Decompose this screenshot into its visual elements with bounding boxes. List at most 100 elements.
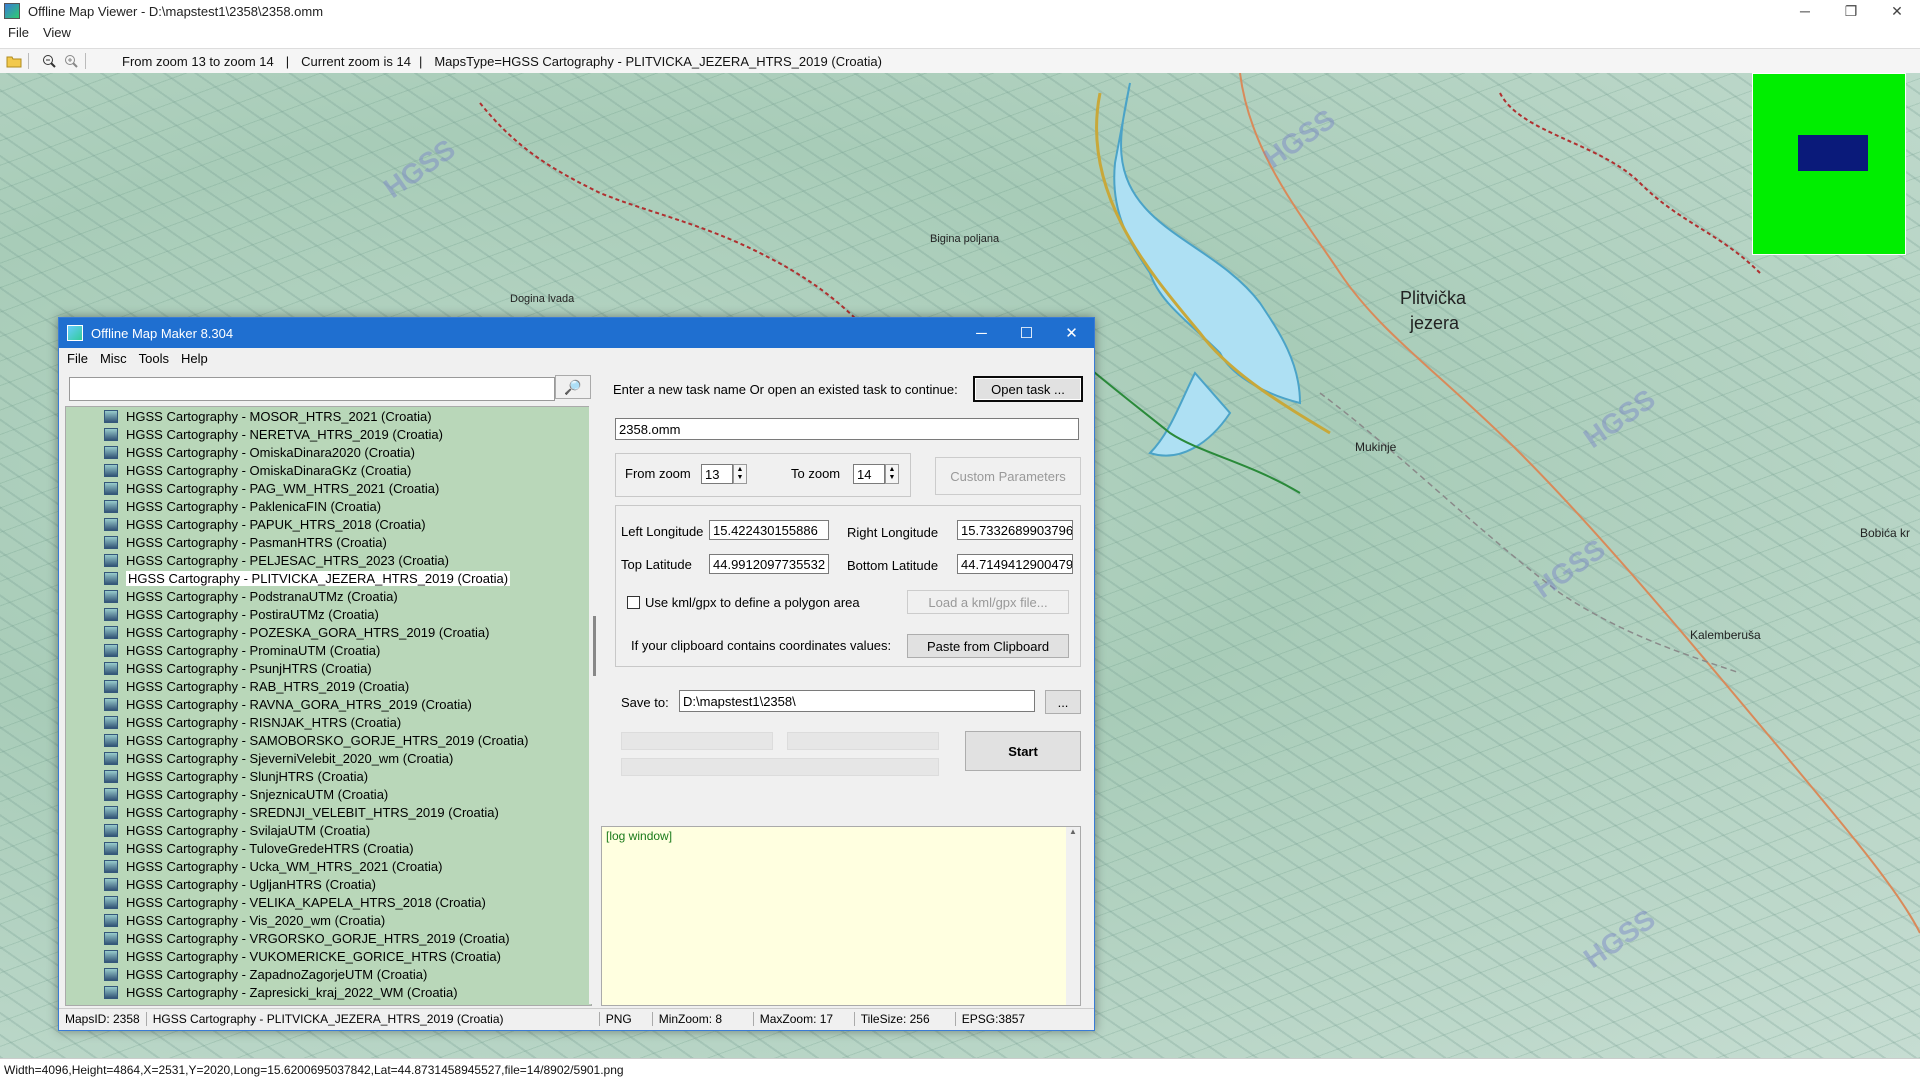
map-list-item[interactable]: HGSS Cartography - ProminaUTM (Croatia) [66, 641, 591, 659]
top-latitude-input[interactable]: 44.9912097735532 [709, 554, 829, 574]
map-layer-icon [104, 841, 118, 855]
task-name-input[interactable]: 2358.omm [615, 418, 1079, 440]
open-folder-icon[interactable] [6, 53, 22, 69]
load-kml-button[interactable]: Load a kml/gpx file... [907, 590, 1069, 614]
minimap-viewport[interactable] [1798, 135, 1868, 171]
dialog-menu-file[interactable]: File [67, 351, 88, 366]
map-list-item[interactable]: HGSS Cartography - VRGORSKO_GORJE_HTRS_2… [66, 929, 591, 947]
zoom-in-icon[interactable] [63, 53, 79, 69]
left-longitude-label: Left Longitude [621, 524, 704, 539]
dialog-menu-help[interactable]: Help [181, 351, 208, 366]
map-list-item[interactable]: HGSS Cartography - PasmanHTRS (Croatia) [66, 533, 591, 551]
dialog-close-button[interactable]: ✕ [1049, 318, 1094, 348]
map-list-item[interactable]: HGSS Cartography - VUKOMERICKE_GORICE_HT… [66, 947, 591, 965]
map-list[interactable]: HGSS Cartography - MOSOR_HTRS_2021 (Croa… [65, 406, 592, 1006]
map-list-item-label: HGSS Cartography - VELIKA_KAPELA_HTRS_20… [126, 894, 486, 910]
dialog-title-bar[interactable]: Offline Map Maker 8.304 ─ ☐ ✕ [59, 318, 1094, 348]
map-layer-icon [104, 553, 118, 567]
dialog-menu-misc[interactable]: Misc [100, 351, 127, 366]
map-list-item[interactable]: HGSS Cartography - ZapadnoZagorjeUTM (Cr… [66, 965, 591, 983]
map-list-item-label: HGSS Cartography - Vis_2020_wm (Croatia) [126, 912, 386, 928]
map-layer-icon [104, 715, 118, 729]
bottom-latitude-input[interactable]: 44.7149412900479 [957, 554, 1073, 574]
open-task-button[interactable]: Open task ... [973, 376, 1083, 402]
map-label: Mukinje [1355, 440, 1397, 454]
map-list-item[interactable]: HGSS Cartography - OmiskaDinaraGKz (Croa… [66, 461, 591, 479]
map-list-item-label: HGSS Cartography - SREDNJI_VELEBIT_HTRS_… [126, 804, 499, 820]
map-list-item[interactable]: HGSS Cartography - MOSOR_HTRS_2021 (Croa… [66, 407, 591, 425]
left-longitude-input[interactable]: 15.422430155886 [709, 520, 829, 540]
map-list-item-label: HGSS Cartography - OmiskaDinaraGKz (Croa… [126, 462, 412, 478]
save-to-label: Save to: [621, 695, 669, 710]
map-list-item[interactable]: HGSS Cartography - RAB_HTRS_2019 (Croati… [66, 677, 591, 695]
map-list-scrollbar[interactable] [589, 406, 601, 1004]
map-list-item-label: HGSS Cartography - PLITVICKA_JEZERA_HTRS… [126, 570, 511, 586]
map-list-item[interactable]: HGSS Cartography - PodstranaUTMz (Croati… [66, 587, 591, 605]
map-list-item[interactable]: HGSS Cartography - PAG_WM_HTRS_2021 (Cro… [66, 479, 591, 497]
map-list-item[interactable]: HGSS Cartography - TuloveGredeHTRS (Croa… [66, 839, 591, 857]
dialog-minimize-button[interactable]: ─ [959, 318, 1004, 348]
menu-bar: File View [0, 22, 1920, 42]
log-scrollbar[interactable]: ▲ [1066, 827, 1080, 1005]
map-label: Bigina poljana [930, 233, 1000, 245]
zoom-range-text: From zoom 13 to zoom 14 [122, 53, 274, 69]
map-list-item[interactable]: HGSS Cartography - SjeverniVelebit_2020_… [66, 749, 591, 767]
map-layer-icon [104, 427, 118, 441]
right-longitude-input[interactable]: 15.7332689903796 [957, 520, 1073, 540]
bottom-latitude-label: Bottom Latitude [847, 558, 939, 573]
map-list-item[interactable]: HGSS Cartography - SnjeznicaUTM (Croatia… [66, 785, 591, 803]
maps-id-text: MapsID: 2358 [59, 1012, 147, 1026]
map-list-item[interactable]: HGSS Cartography - Vis_2020_wm (Croatia) [66, 911, 591, 929]
status-bar: Width=4096,Height=4864,X=2531,Y=2020,Lon… [0, 1058, 1920, 1081]
map-list-item[interactable]: HGSS Cartography - UgljanHTRS (Croatia) [66, 875, 591, 893]
from-zoom-input[interactable]: 13 [701, 464, 733, 484]
dialog-maximize-button[interactable]: ☐ [1004, 318, 1049, 348]
zoom-out-icon[interactable] [41, 53, 57, 69]
map-list-item-label: HGSS Cartography - PsunjHTRS (Croatia) [126, 660, 372, 676]
map-label: jezera [1410, 313, 1460, 333]
menu-view[interactable]: View [43, 25, 71, 40]
map-layer-icon [104, 859, 118, 873]
from-zoom-spinner[interactable]: ▲ ▼ [733, 464, 747, 484]
map-search-input[interactable] [69, 377, 555, 401]
top-latitude-label: Top Latitude [621, 557, 692, 572]
log-window[interactable]: [log window] ▲ [601, 826, 1081, 1006]
map-list-item[interactable]: HGSS Cartography - OmiskaDinara2020 (Cro… [66, 443, 591, 461]
minimap[interactable] [1752, 73, 1906, 255]
start-button[interactable]: Start [965, 731, 1081, 771]
menu-file[interactable]: File [8, 25, 29, 40]
map-list-item[interactable]: HGSS Cartography - RISNJAK_HTRS (Croatia… [66, 713, 591, 731]
map-list-item[interactable]: HGSS Cartography - PAPUK_HTRS_2018 (Croa… [66, 515, 591, 533]
dialog-menu-tools[interactable]: Tools [139, 351, 169, 366]
scrollbar-thumb[interactable] [593, 616, 596, 676]
map-list-item[interactable]: HGSS Cartography - SlunjHTRS (Croatia) [66, 767, 591, 785]
search-button[interactable]: 🔎 [555, 375, 591, 399]
map-list-item[interactable]: HGSS Cartography - PaklenicaFIN (Croatia… [66, 497, 591, 515]
to-zoom-spinner[interactable]: ▲ ▼ [885, 464, 899, 484]
custom-parameters-button[interactable]: Custom Parameters [935, 457, 1081, 495]
maps-type-text: MapsType=HGSS Cartography - PLITVICKA_JE… [434, 53, 882, 69]
minimize-button[interactable]: ─ [1782, 0, 1828, 22]
map-list-item[interactable]: HGSS Cartography - SvilajaUTM (Croatia) [66, 821, 591, 839]
map-list-item[interactable]: HGSS Cartography - POZESKA_GORA_HTRS_201… [66, 623, 591, 641]
map-layer-icon [104, 571, 118, 585]
map-list-item[interactable]: HGSS Cartography - PsunjHTRS (Croatia) [66, 659, 591, 677]
map-list-item[interactable]: HGSS Cartography - Zapresicki_kraj_2022_… [66, 983, 591, 1001]
map-list-item[interactable]: HGSS Cartography - Ucka_WM_HTRS_2021 (Cr… [66, 857, 591, 875]
to-zoom-input[interactable]: 14 [853, 464, 885, 484]
map-list-item[interactable]: HGSS Cartography - VELIKA_KAPELA_HTRS_20… [66, 893, 591, 911]
maximize-button[interactable]: ❐ [1828, 0, 1874, 22]
browse-button[interactable]: ... [1045, 690, 1081, 714]
map-list-item[interactable]: HGSS Cartography - NERETVA_HTRS_2019 (Cr… [66, 425, 591, 443]
close-button[interactable]: ✕ [1874, 0, 1920, 22]
map-list-item[interactable]: HGSS Cartography - PostiraUTMz (Croatia) [66, 605, 591, 623]
map-list-item[interactable]: HGSS Cartography - RAVNA_GORA_HTRS_2019 … [66, 695, 591, 713]
map-list-item[interactable]: HGSS Cartography - PLITVICKA_JEZERA_HTRS… [66, 569, 591, 587]
use-kml-checkbox[interactable] [627, 596, 640, 609]
map-list-item[interactable]: HGSS Cartography - PELJESAC_HTRS_2023 (C… [66, 551, 591, 569]
map-list-item[interactable]: HGSS Cartography - SAMOBORSKO_GORJE_HTRS… [66, 731, 591, 749]
window-title-bar: Offline Map Viewer - D:\mapstest1\2358\2… [0, 0, 1920, 22]
paste-clipboard-button[interactable]: Paste from Clipboard [907, 634, 1069, 658]
map-list-item[interactable]: HGSS Cartography - SREDNJI_VELEBIT_HTRS_… [66, 803, 591, 821]
save-to-input[interactable]: D:\mapstest1\2358\ [679, 690, 1035, 712]
